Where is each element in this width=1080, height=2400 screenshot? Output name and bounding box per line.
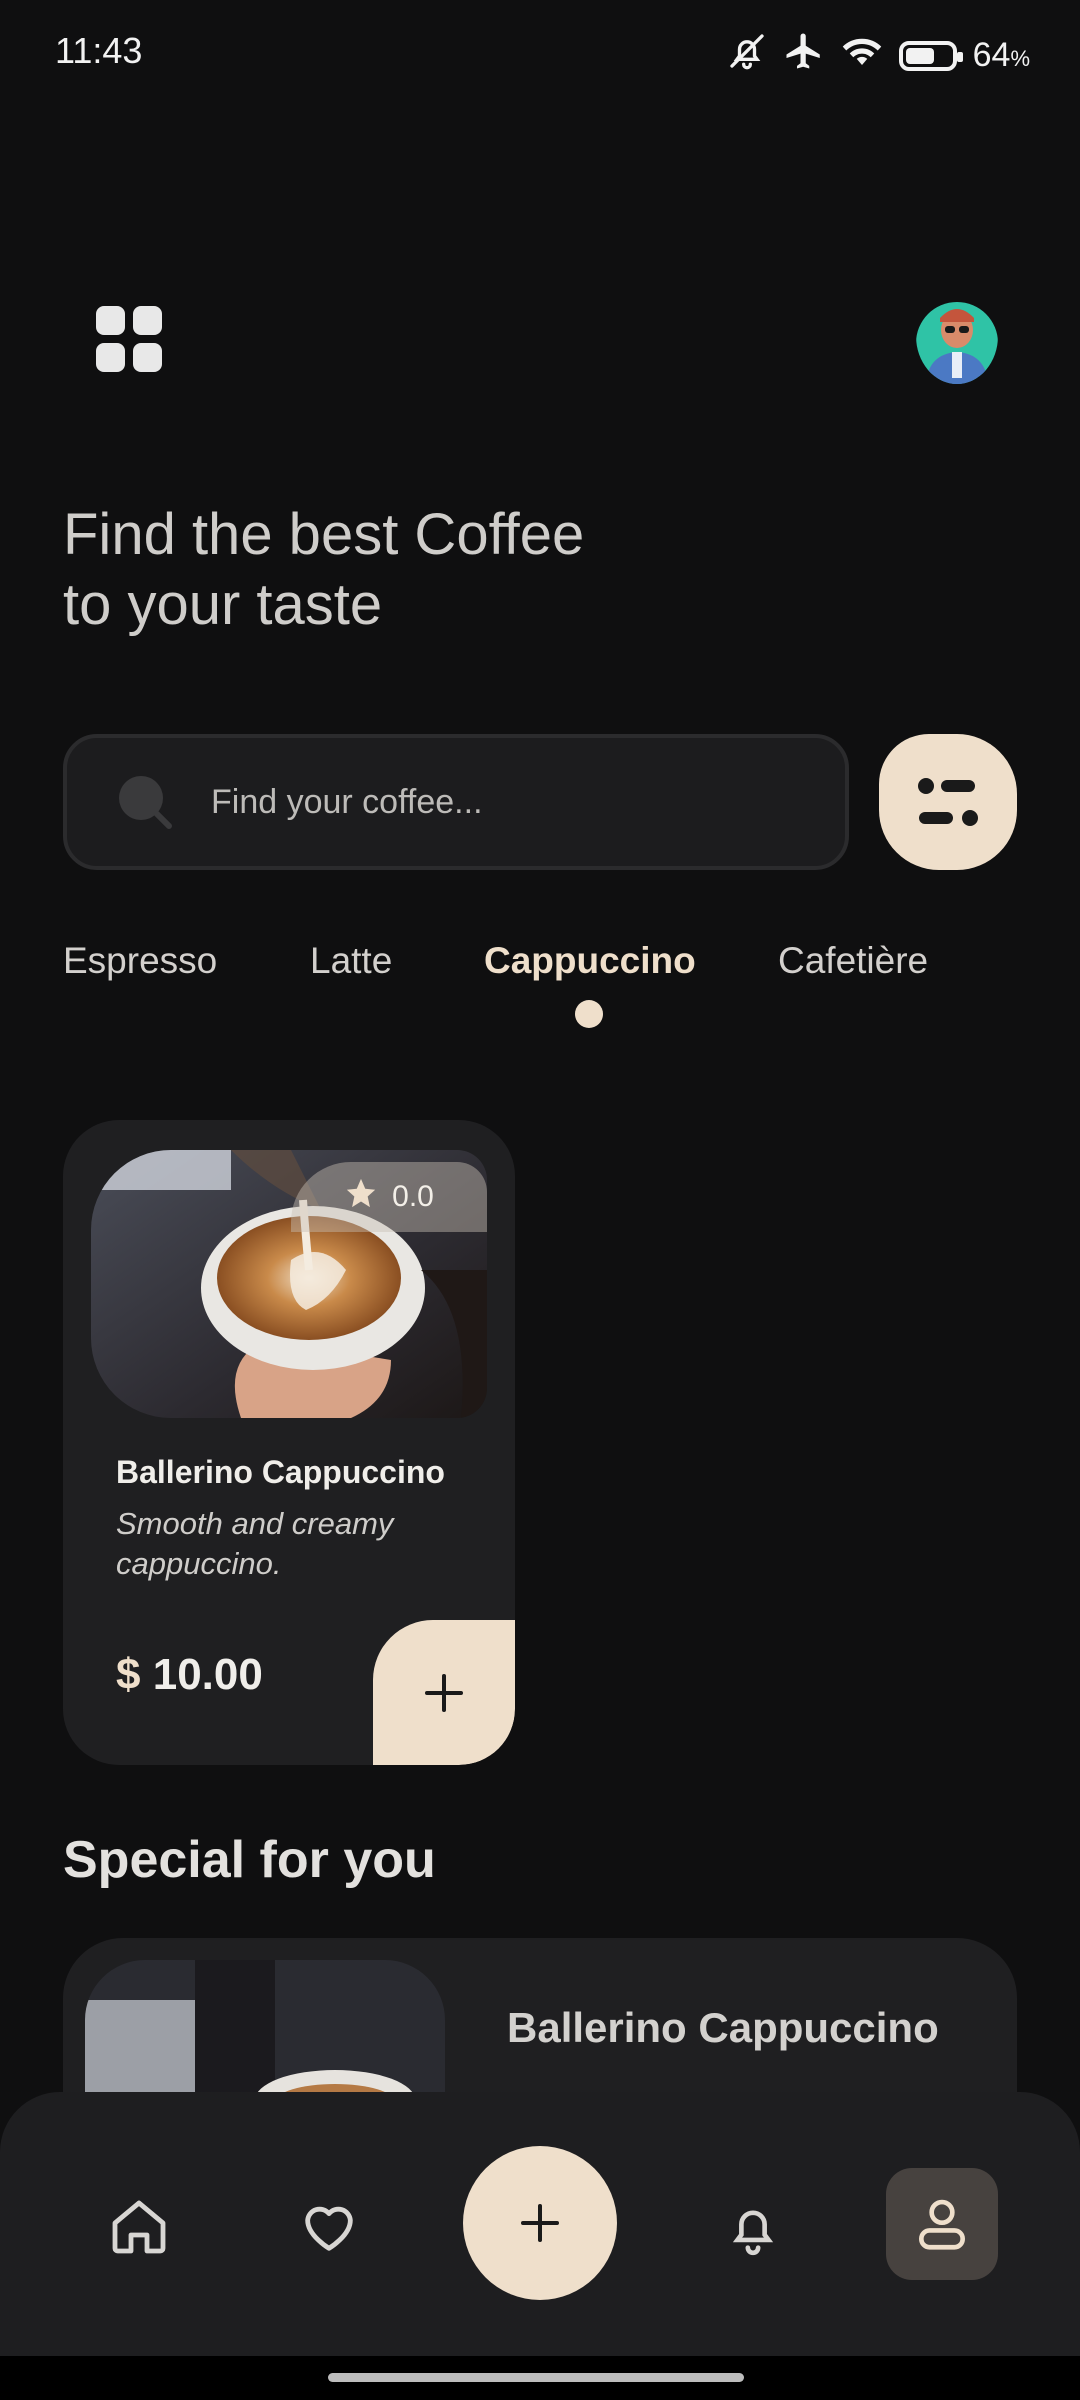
product-title: Ballerino Cappuccino	[116, 1454, 445, 1490]
status-icons: 64%	[727, 30, 1030, 81]
home-indicator[interactable]	[328, 2373, 744, 2382]
star-icon	[344, 1176, 378, 1218]
active-tab-indicator	[575, 1000, 603, 1028]
tab-cappuccino[interactable]: Cappuccino	[484, 940, 696, 982]
airplane-icon	[783, 30, 825, 81]
headline-line-2: to your taste	[63, 572, 383, 637]
search-input[interactable]	[209, 781, 773, 823]
bell-off-icon	[727, 31, 767, 80]
nav-notifications[interactable]	[698, 2172, 808, 2282]
headline: Find the best Coffee to your taste	[63, 500, 584, 640]
category-tabs: Espresso Latte Cappuccino Cafetière	[63, 940, 1023, 1000]
battery-level	[905, 47, 934, 64]
tab-espresso[interactable]: Espresso	[63, 940, 217, 982]
nav-favorites[interactable]	[274, 2172, 384, 2282]
filter-icon	[918, 778, 978, 826]
price-value: 10.00	[152, 1650, 263, 1699]
bottom-nav	[0, 2092, 1080, 2356]
search-bar[interactable]	[63, 734, 849, 870]
product-description: Smooth and creamy cappuccino.	[116, 1506, 394, 1581]
heart-icon	[305, 2206, 353, 2251]
currency-symbol: $	[116, 1650, 141, 1699]
add-to-cart-button[interactable]	[373, 1620, 515, 1765]
tab-cafetiere[interactable]: Cafetière	[778, 940, 928, 982]
battery-percent: 64%	[972, 36, 1030, 74]
product-card[interactable]: 0.0 Ballerino Cappuccino Smooth and crea…	[63, 1120, 515, 1765]
plus-icon	[521, 2204, 559, 2242]
tab-latte[interactable]: Latte	[310, 940, 392, 982]
avatar[interactable]	[916, 288, 998, 384]
headline-line-1: Find the best Coffee	[63, 502, 585, 567]
battery-icon	[898, 40, 963, 71]
product-image: 0.0	[91, 1150, 487, 1418]
rating-badge: 0.0	[291, 1162, 487, 1232]
special-item-title: Ballerino Cappuccino	[507, 2004, 939, 2051]
rating-value: 0.0	[392, 1180, 434, 1213]
wifi-icon	[841, 30, 883, 81]
nav-add-button[interactable]	[463, 2146, 617, 2300]
home-icon	[112, 2200, 166, 2254]
special-card[interactable]: Ballerino Cappuccino	[63, 1938, 1017, 2118]
profile-icon	[919, 2199, 965, 2250]
special-section-title: Special for you	[63, 1831, 436, 1889]
nav-home[interactable]	[84, 2172, 194, 2282]
search-icon	[117, 774, 173, 830]
status-time: 11:43	[55, 30, 143, 71]
nav-profile[interactable]	[886, 2168, 998, 2280]
plus-icon	[425, 1673, 463, 1712]
product-price: $ 10.00	[116, 1650, 263, 1700]
filter-button[interactable]	[879, 734, 1017, 870]
bell-icon	[732, 2210, 774, 2256]
grid-icon[interactable]	[96, 306, 162, 372]
